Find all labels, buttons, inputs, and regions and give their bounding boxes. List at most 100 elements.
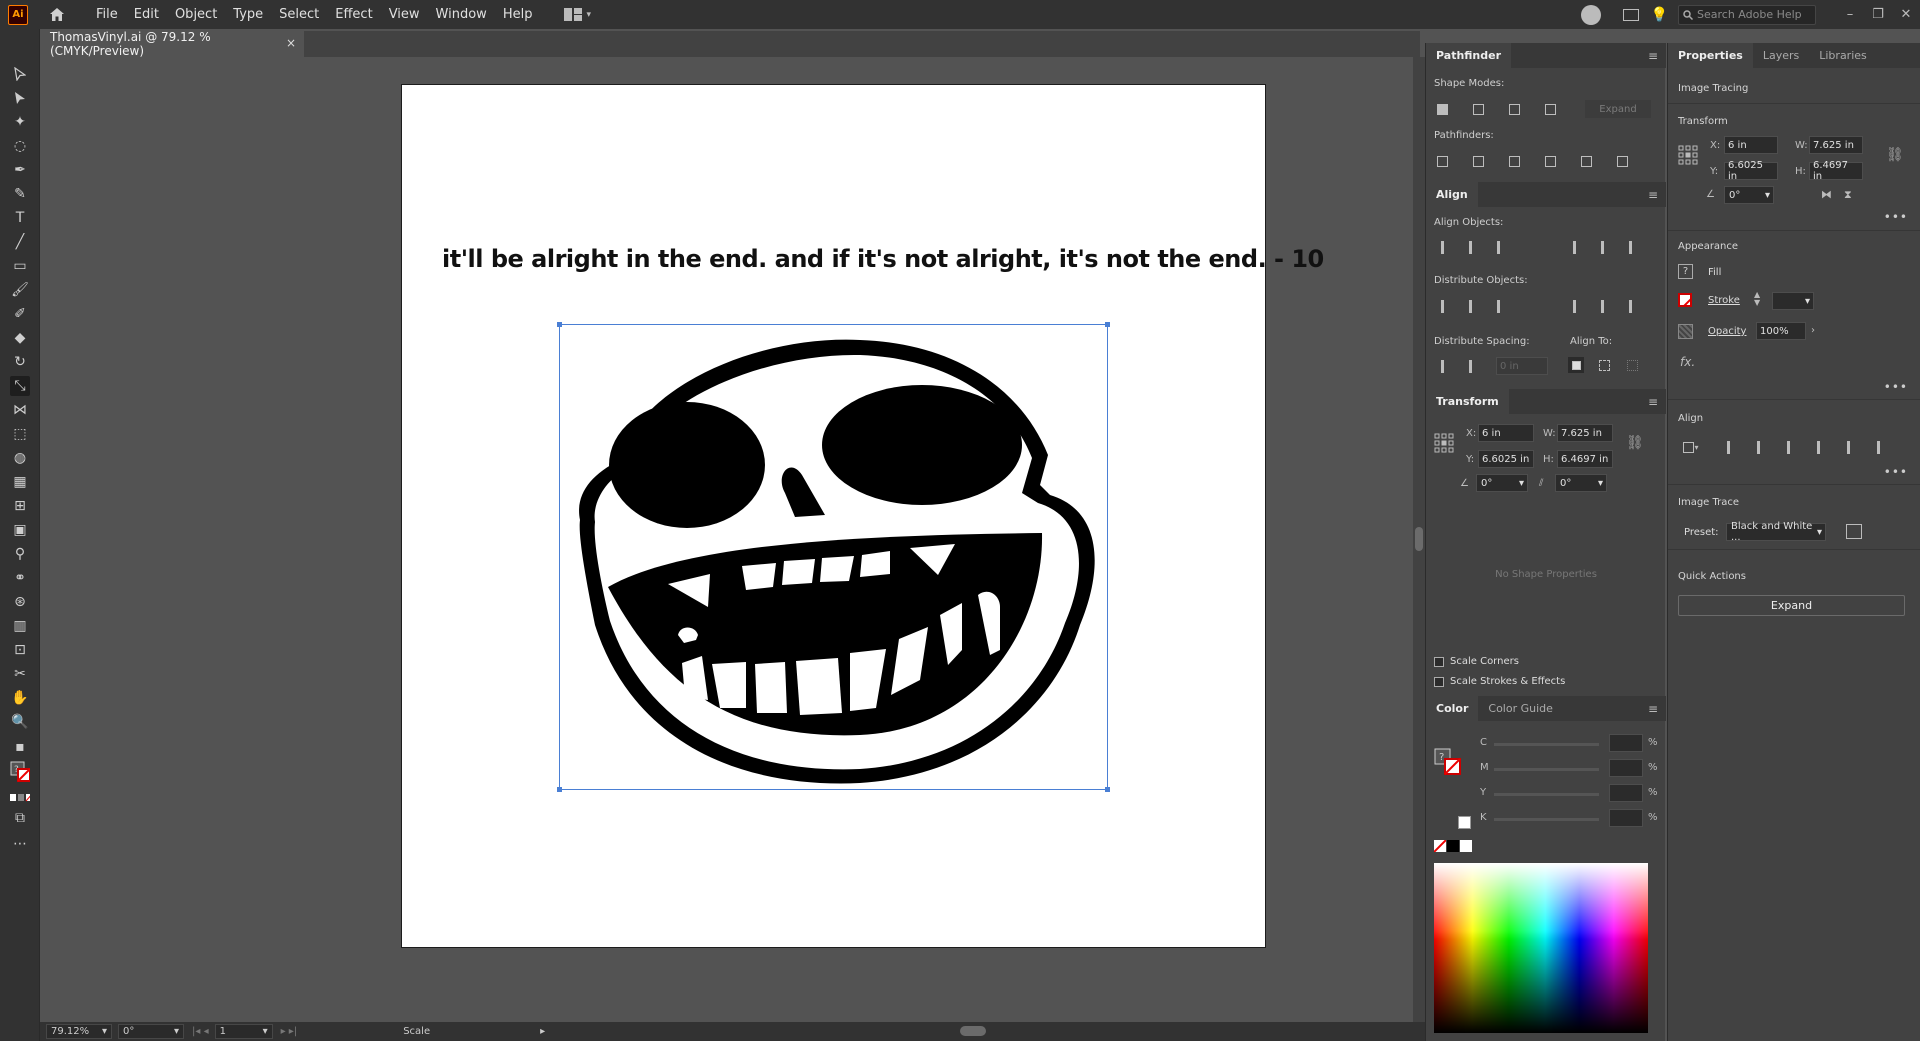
arrange-documents-button[interactable]: ▾ (564, 8, 591, 21)
selection-bounding-box[interactable] (557, 322, 1110, 792)
channel-c-slider[interactable] (1494, 743, 1599, 746)
lasso-tool-icon[interactable]: ◌ (10, 136, 30, 156)
chevron-right-icon[interactable]: › (1811, 325, 1815, 336)
tab-properties[interactable]: Properties (1668, 43, 1753, 68)
selection-handle[interactable] (557, 787, 562, 792)
free-transform-tool-icon[interactable]: ⬚ (10, 424, 30, 444)
color-mode-icon[interactable] (10, 788, 30, 808)
crop-icon[interactable] (1542, 153, 1558, 169)
vertical-scrollbar[interactable] (1413, 57, 1425, 1022)
fill-swatch-icon[interactable]: ? (1678, 264, 1693, 279)
minus-front-icon[interactable] (1470, 101, 1486, 117)
tab-transform[interactable]: Transform (1426, 389, 1509, 414)
outline-icon[interactable] (1578, 153, 1594, 169)
none-swatch[interactable] (1434, 840, 1446, 852)
distribute-left-icon[interactable] (1566, 298, 1582, 314)
white-swatch[interactable] (1458, 816, 1471, 829)
scale-strokes-checkbox[interactable]: Scale Strokes & Effects (1434, 676, 1565, 687)
exclude-icon[interactable] (1542, 101, 1558, 117)
black-swatch[interactable] (1447, 840, 1459, 852)
panels-icon[interactable] (1622, 8, 1639, 21)
color-fill-stroke-icon[interactable]: ? (1434, 748, 1462, 779)
properties-h-field[interactable]: 6.4697 in (1809, 160, 1863, 182)
align-vcenter-icon[interactable] (1840, 439, 1856, 455)
channel-y-field[interactable] (1609, 784, 1643, 802)
align-bottom-icon[interactable] (1870, 439, 1886, 455)
pen-tool-icon[interactable]: ✒ (10, 160, 30, 180)
distribute-top-icon[interactable] (1434, 298, 1450, 314)
close-window-button[interactable]: ✕ (1892, 7, 1920, 22)
unite-icon[interactable] (1434, 101, 1450, 117)
align-bottom-icon[interactable] (1622, 239, 1638, 255)
more-options-icon[interactable]: ••• (1884, 210, 1908, 224)
close-tab-icon[interactable]: × (286, 36, 296, 50)
distribute-right-icon[interactable] (1622, 298, 1638, 314)
shape-builder-tool-icon[interactable]: ◍ (10, 448, 30, 468)
fx-button[interactable]: fx. (1680, 355, 1695, 369)
tab-align[interactable]: Align (1426, 182, 1478, 207)
rotation-select[interactable]: 0° ▾ (118, 1024, 184, 1039)
flip-horizontal-icon[interactable]: ⧓ (1821, 188, 1832, 201)
menu-window[interactable]: Window (428, 0, 495, 29)
opacity-field[interactable]: 100% (1756, 322, 1806, 340)
scale-tool-icon[interactable]: ⤡ (10, 376, 30, 396)
tab-color-guide[interactable]: Color Guide (1478, 696, 1563, 721)
properties-w-field[interactable]: 7.625 in (1809, 136, 1863, 154)
selection-handle[interactable] (1105, 787, 1110, 792)
channel-k-field[interactable] (1609, 809, 1643, 827)
pathfinder-expand-button[interactable]: Expand (1585, 100, 1651, 118)
image-trace-panel-icon[interactable] (1846, 524, 1862, 539)
line-tool-icon[interactable]: ╱ (10, 232, 30, 252)
curvature-tool-icon[interactable]: ✎ (10, 184, 30, 204)
align-top-icon[interactable] (1566, 239, 1582, 255)
align-hcenter-icon[interactable] (1750, 439, 1766, 455)
stroke-weight-select[interactable]: ▾ (1772, 292, 1814, 310)
transform-y-field[interactable]: 6.6025 in (1478, 450, 1534, 468)
selection-handle[interactable] (1105, 322, 1110, 327)
align-right-icon[interactable] (1780, 439, 1796, 455)
color-spectrum[interactable] (1434, 863, 1648, 1033)
align-right-icon[interactable] (1490, 239, 1506, 255)
divide-icon[interactable] (1434, 153, 1450, 169)
tab-layers[interactable]: Layers (1753, 43, 1809, 68)
align-left-icon[interactable] (1720, 439, 1736, 455)
zoom-tool-icon[interactable]: 🔍 (10, 712, 30, 732)
properties-rotate-select[interactable]: 0° ▾ (1724, 186, 1774, 204)
menu-select[interactable]: Select (271, 0, 327, 29)
skull-artwork[interactable] (560, 325, 1109, 791)
hand-tool-icon[interactable]: ✋ (10, 688, 30, 708)
distribute-vcenter-icon[interactable] (1462, 298, 1478, 314)
shaper-tool-icon[interactable]: ✐ (10, 304, 30, 324)
tab-color[interactable]: Color (1426, 696, 1479, 721)
transform-shear-select[interactable]: 0° ▾ (1555, 474, 1607, 492)
magic-wand-tool-icon[interactable]: ✦ (10, 112, 30, 132)
menu-view[interactable]: View (381, 0, 428, 29)
tab-libraries[interactable]: Libraries (1809, 43, 1877, 68)
restore-button[interactable]: ❐ (1864, 7, 1892, 22)
symbol-sprayer-tool-icon[interactable]: ⊛ (10, 592, 30, 612)
artboard-tool-icon[interactable]: ⊡ (10, 640, 30, 660)
distribute-hcenter-icon[interactable] (1594, 298, 1610, 314)
stroke-label[interactable]: Stroke (1708, 295, 1740, 306)
properties-x-field[interactable]: 6 in (1724, 136, 1778, 154)
properties-y-field[interactable]: 6.6025 in (1724, 160, 1778, 182)
flip-vertical-icon[interactable]: ⧗ (1844, 188, 1852, 202)
document-tab[interactable]: ThomasVinyl.ai @ 79.12 % (CMYK/Preview) … (40, 30, 304, 58)
channel-k-slider[interactable] (1494, 818, 1599, 821)
fill-stroke-swatch-icon[interactable]: ? (10, 761, 30, 782)
menu-edit[interactable]: Edit (126, 0, 167, 29)
lightbulb-icon[interactable]: 💡 (1651, 7, 1668, 23)
minus-back-icon[interactable] (1614, 153, 1630, 169)
search-help-field[interactable]: Search Adobe Help (1678, 4, 1816, 25)
artboard-quote-text[interactable]: it'll be alright in the end. and if it's… (442, 245, 1324, 273)
slice-tool-icon[interactable]: ✂ (10, 664, 30, 684)
perspective-grid-tool-icon[interactable]: ▦ (10, 472, 30, 492)
transform-w-field[interactable]: 7.625 in (1557, 424, 1613, 442)
spacing-value-field[interactable]: 0 in (1496, 357, 1548, 375)
panel-menu-icon[interactable]: ≡ (1648, 395, 1658, 409)
align-to-dropdown-icon[interactable]: ▾ (1678, 439, 1704, 455)
scrollbar-thumb[interactable] (1415, 527, 1423, 551)
menu-effect[interactable]: Effect (327, 0, 380, 29)
align-to-key-object-icon[interactable] (1568, 357, 1584, 373)
channel-y-slider[interactable] (1494, 793, 1599, 796)
